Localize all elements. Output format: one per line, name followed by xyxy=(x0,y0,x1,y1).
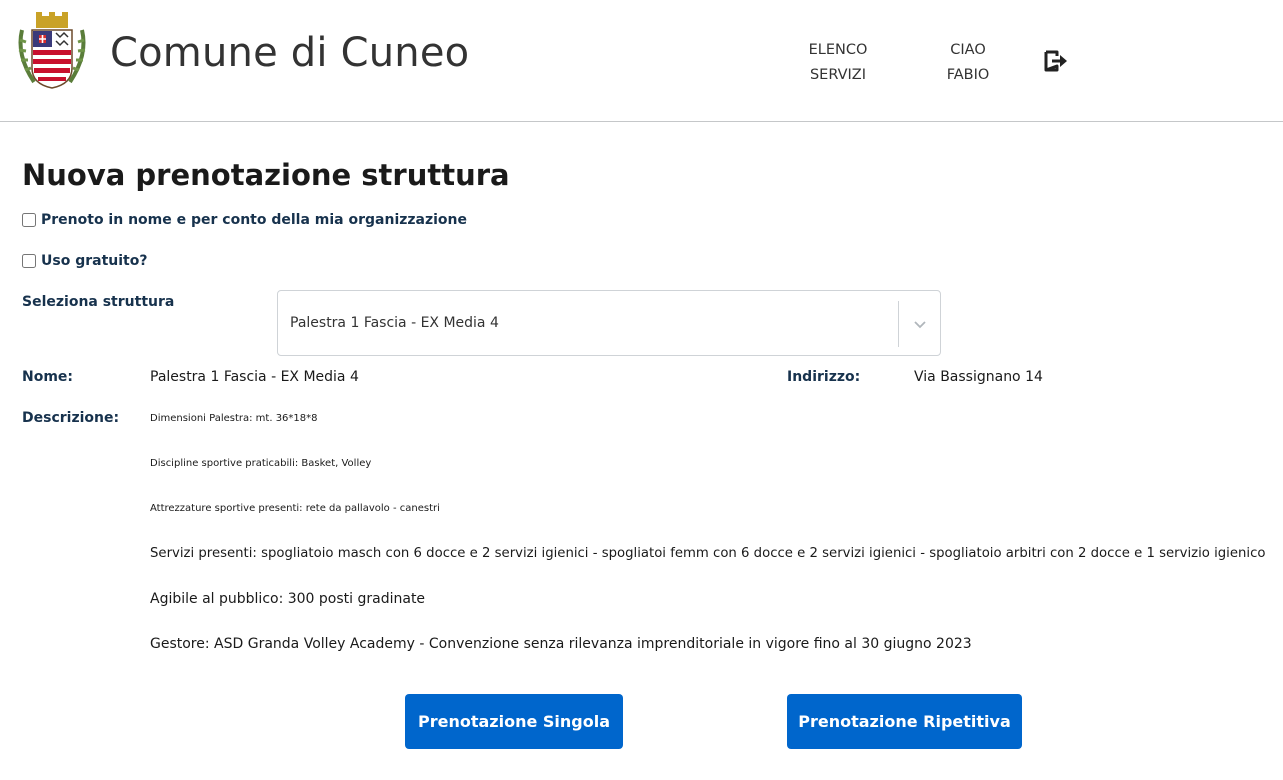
description-text: Dimensioni Palestra: mt. 36*18*8 Discipl… xyxy=(150,410,1265,680)
nav-services-line1: ELENCO xyxy=(808,42,868,58)
select-separator xyxy=(898,301,899,347)
repeat-booking-button[interactable]: Prenotazione Ripetitiva xyxy=(787,694,1022,749)
address-label: Indirizzo: xyxy=(787,369,861,385)
description-line: Discipline sportive praticabili: Basket,… xyxy=(150,458,372,469)
description-line: Dimensioni Palestra: mt. 36*18*8 xyxy=(150,413,318,424)
name-value: Palestra 1 Fascia - EX Media 4 xyxy=(150,369,359,385)
chevron-down-icon[interactable] xyxy=(911,315,929,333)
site-title[interactable]: Comune di Cuneo xyxy=(110,30,469,76)
coat-of-arms-icon[interactable] xyxy=(12,10,92,90)
description-line: Servizi presenti: spogliatoio masch con … xyxy=(150,546,1266,561)
logout-icon[interactable] xyxy=(1043,49,1071,73)
org-booking-option[interactable]: Prenoto in nome e per conto della mia or… xyxy=(22,212,467,228)
org-booking-checkbox[interactable] xyxy=(22,213,36,227)
page-title: Nuova prenotazione struttura xyxy=(22,158,510,192)
free-use-checkbox[interactable] xyxy=(22,254,36,268)
description-line: Gestore: ASD Granda Volley Academy - Con… xyxy=(150,636,972,652)
nav-user-line2: FABIO xyxy=(946,67,990,83)
address-value: Via Bassignano 14 xyxy=(914,369,1043,385)
site-header: Comune di Cuneo ELENCO SERVIZI CIAO FABI… xyxy=(0,0,1283,122)
structure-select[interactable]: Palestra 1 Fascia - EX Media 4 xyxy=(277,290,941,356)
description-label: Descrizione: xyxy=(22,410,120,426)
description-line: Agibile al pubblico: 300 posti gradinate xyxy=(150,591,426,607)
structure-select-value: Palestra 1 Fascia - EX Media 4 xyxy=(290,315,499,331)
single-booking-button[interactable]: Prenotazione Singola xyxy=(405,694,623,749)
structure-select-label: Seleziona struttura xyxy=(22,294,175,310)
name-label: Nome: xyxy=(22,369,74,385)
org-booking-label: Prenoto in nome e per conto della mia or… xyxy=(41,212,468,228)
free-use-option[interactable]: Uso gratuito? xyxy=(22,253,147,269)
nav-user-link[interactable]: CIAO FABIO xyxy=(928,38,1008,88)
nav-services-line2: SERVIZI xyxy=(809,67,867,83)
nav-services-link[interactable]: ELENCO SERVIZI xyxy=(798,38,878,88)
free-use-label: Uso gratuito? xyxy=(41,253,148,269)
description-line: Attrezzature sportive presenti: rete da … xyxy=(150,503,440,514)
nav-user-line1: CIAO xyxy=(950,42,986,58)
